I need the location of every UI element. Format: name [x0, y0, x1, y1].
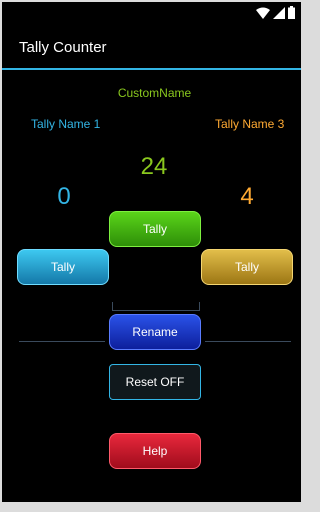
battery-icon — [288, 6, 295, 19]
tally-name-1-label[interactable]: Tally Name 1 — [31, 117, 100, 131]
help-button[interactable]: Help — [109, 433, 201, 469]
divider-bracket — [112, 302, 200, 311]
tally-right-button[interactable]: Tally — [201, 249, 293, 285]
tally-name-3-label[interactable]: Tally Name 3 — [215, 117, 284, 131]
custom-name-label[interactable]: CustomName — [2, 86, 301, 100]
center-count: 24 — [140, 153, 168, 180]
divider-left — [19, 341, 105, 342]
tally-center-button[interactable]: Tally — [109, 211, 201, 247]
app-screen: Tally Counter CustomName Tally Name 1 Ta… — [2, 2, 301, 502]
action-bar: Tally Counter — [2, 26, 301, 70]
signal-icon — [273, 7, 285, 19]
rename-button[interactable]: Rename — [109, 314, 201, 350]
right-count: 4 — [240, 183, 254, 210]
left-count: 0 — [57, 183, 71, 210]
status-bar — [2, 2, 301, 26]
wifi-icon — [256, 7, 270, 19]
divider-right — [205, 341, 291, 342]
app-title: Tally Counter — [19, 39, 107, 56]
tally-left-button[interactable]: Tally — [17, 249, 109, 285]
reset-button[interactable]: Reset OFF — [109, 364, 201, 400]
